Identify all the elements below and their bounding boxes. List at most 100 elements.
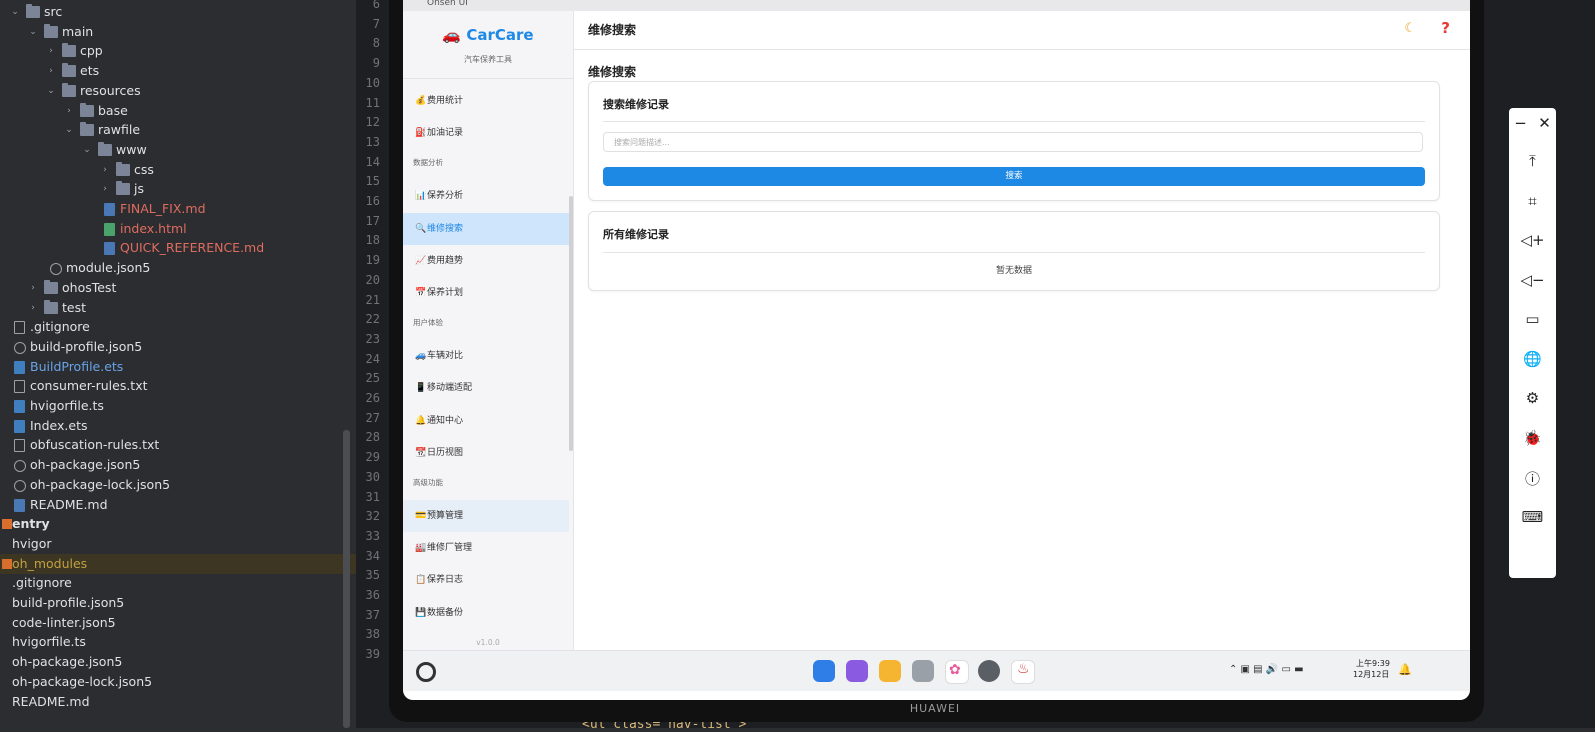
- tree-row[interactable]: › js: [0, 179, 356, 199]
- close-icon[interactable]: ✕: [1521, 114, 1568, 132]
- tree-row[interactable]: hvigorfile.ts: [0, 396, 356, 416]
- folder-icon: [44, 23, 58, 38]
- nav-item[interactable]: 📱 移动端适配: [403, 372, 569, 404]
- tree-row[interactable]: module.json5: [0, 258, 356, 278]
- chevron-right-icon[interactable]: ›: [100, 165, 110, 175]
- tree-row[interactable]: .gitignore: [0, 317, 356, 337]
- app-grid-icon[interactable]: [813, 660, 835, 682]
- settings-app-icon[interactable]: [978, 660, 1000, 682]
- info-icon[interactable]: ⓘ: [1509, 468, 1556, 489]
- dark-mode-icon[interactable]: ☾: [1404, 21, 1416, 36]
- nav-item[interactable]: 🏭 维修厂管理: [403, 532, 569, 564]
- tree-row[interactable]: build-profile.json5: [0, 337, 356, 357]
- chevron-down-icon[interactable]: ⌄: [64, 125, 74, 135]
- app-version: v1.0.0: [476, 638, 500, 647]
- chevron-down-icon[interactable]: ⌄: [82, 145, 92, 155]
- tree-row[interactable]: obfuscation-rules.txt: [0, 435, 356, 455]
- tree-row[interactable]: oh-package.json5: [0, 652, 356, 672]
- tree-row[interactable]: build-profile.json5: [0, 593, 356, 613]
- tree-row[interactable]: ⌄ www: [0, 140, 356, 160]
- sidebar-scrollbar[interactable]: [569, 196, 573, 451]
- tree-label: module.json5: [66, 260, 151, 276]
- chevron-right-icon[interactable]: ›: [100, 184, 110, 194]
- tree-row[interactable]: oh-package.json5: [0, 455, 356, 475]
- taskbar: ✿ ♨ ⌃ ▣ ▤ 🔊 ▭ ▬ 上午9:39 12月12日 🔔: [403, 650, 1470, 691]
- tree-row[interactable]: oh_modules: [0, 553, 356, 574]
- notification-icon[interactable]: 🔔: [1398, 663, 1412, 676]
- line-number: 28: [365, 430, 380, 445]
- nav-item[interactable]: 🔔 通知中心: [403, 405, 569, 437]
- tree-label: rawfile: [98, 122, 141, 138]
- tree-row[interactable]: › ets: [0, 61, 356, 81]
- tree-row[interactable]: entry: [0, 514, 356, 534]
- onsen-app-icon[interactable]: ♨: [1011, 660, 1035, 684]
- line-number: 18: [365, 233, 380, 248]
- nav-item[interactable]: 🔍 维修搜索: [403, 212, 569, 245]
- nav-item[interactable]: 💳 预算管理: [403, 500, 569, 532]
- crop-icon[interactable]: ⌗: [1509, 192, 1556, 210]
- tree-row[interactable]: hvigor: [0, 534, 356, 554]
- chevron-right-icon[interactable]: ›: [28, 303, 38, 313]
- tree-scrollbar[interactable]: [343, 430, 350, 728]
- chevron-down-icon[interactable]: ⌄: [28, 27, 38, 37]
- chevron-right-icon[interactable]: ›: [46, 46, 56, 56]
- photos-icon[interactable]: ✿: [945, 660, 969, 684]
- rotate-icon[interactable]: ▭: [1509, 310, 1556, 328]
- tree-row[interactable]: consumer-rules.txt: [0, 376, 356, 396]
- bug-icon[interactable]: 🐞: [1509, 429, 1556, 447]
- tree-row[interactable]: README.md: [0, 495, 356, 515]
- line-number: 16: [365, 194, 380, 208]
- nav-item[interactable]: 📋 保养日志: [403, 564, 569, 596]
- tree-row[interactable]: oh-package-lock.json5: [0, 475, 356, 495]
- nav-item[interactable]: 🚙 车辆对比: [403, 340, 569, 372]
- nav-item[interactable]: 📈 费用趋势: [403, 245, 569, 277]
- search-input[interactable]: 搜索问题描述...: [603, 132, 1423, 152]
- tree-row[interactable]: › css: [0, 160, 356, 180]
- tree-row[interactable]: code-linter.json5: [0, 613, 356, 633]
- file-icon: [104, 222, 115, 236]
- tree-row[interactable]: BuildProfile.ets: [0, 357, 356, 377]
- trash-icon[interactable]: [912, 660, 934, 682]
- globe-icon[interactable]: 🌐: [1509, 350, 1556, 368]
- tree-row[interactable]: › ohosTest: [0, 278, 356, 298]
- tree-row[interactable]: ⌄ main: [0, 22, 356, 42]
- settings-icon[interactable]: ⚙: [1509, 389, 1556, 407]
- keyboard-icon[interactable]: ⌨: [1509, 508, 1556, 526]
- tree-row[interactable]: ⌄ resources: [0, 81, 356, 101]
- nav-item[interactable]: 📅 保养计划: [403, 277, 569, 309]
- volume-down-icon[interactable]: ◁−: [1509, 271, 1556, 289]
- tree-row[interactable]: › test: [0, 298, 356, 318]
- tree-row[interactable]: .gitignore: [0, 573, 356, 593]
- tree-row[interactable]: QUICK_REFERENCE.md: [0, 238, 356, 258]
- nav-item[interactable]: 💾 数据备份: [403, 597, 569, 629]
- chevron-right-icon[interactable]: ›: [64, 106, 74, 116]
- nav-item[interactable]: 💰 费用统计: [403, 85, 569, 117]
- tree-label: FINAL_FIX.md: [120, 201, 206, 216]
- tree-row[interactable]: Index.ets: [0, 416, 356, 436]
- nav-item[interactable]: ⛽ 加油记录: [403, 117, 569, 149]
- nav-item[interactable]: 📆 日历视图: [403, 437, 569, 469]
- volume-up-icon[interactable]: ◁+: [1509, 231, 1556, 249]
- tree-row[interactable]: ⌄ src: [0, 2, 356, 22]
- tree-row[interactable]: oh-package-lock.json5: [0, 672, 356, 692]
- tree-row[interactable]: hvigorfile.ts: [0, 632, 356, 652]
- help-icon[interactable]: ?: [1441, 19, 1450, 37]
- files-icon[interactable]: [879, 660, 901, 682]
- to-top-icon[interactable]: ⤒: [1509, 152, 1556, 170]
- tree-row[interactable]: ⌄ rawfile: [0, 120, 356, 140]
- nav-item[interactable]: 📊 保养分析: [403, 180, 569, 212]
- chevron-down-icon[interactable]: ⌄: [46, 86, 56, 96]
- tree-row[interactable]: FINAL_FIX.md: [0, 199, 356, 219]
- system-tray[interactable]: ⌃ ▣ ▤ 🔊 ▭ ▬: [1229, 664, 1304, 675]
- tree-row[interactable]: index.html: [0, 219, 356, 239]
- chevron-right-icon[interactable]: ›: [28, 283, 38, 293]
- file-icon: [14, 360, 25, 374]
- chevron-right-icon[interactable]: ›: [46, 66, 56, 76]
- home-icon[interactable]: [416, 662, 436, 682]
- chevron-down-icon[interactable]: ⌄: [10, 7, 20, 17]
- tree-label: js: [134, 181, 144, 197]
- tree-row[interactable]: › base: [0, 101, 356, 121]
- multitask-icon[interactable]: [846, 660, 868, 682]
- search-button[interactable]: 搜索: [603, 167, 1425, 186]
- tree-row[interactable]: › cpp: [0, 41, 356, 61]
